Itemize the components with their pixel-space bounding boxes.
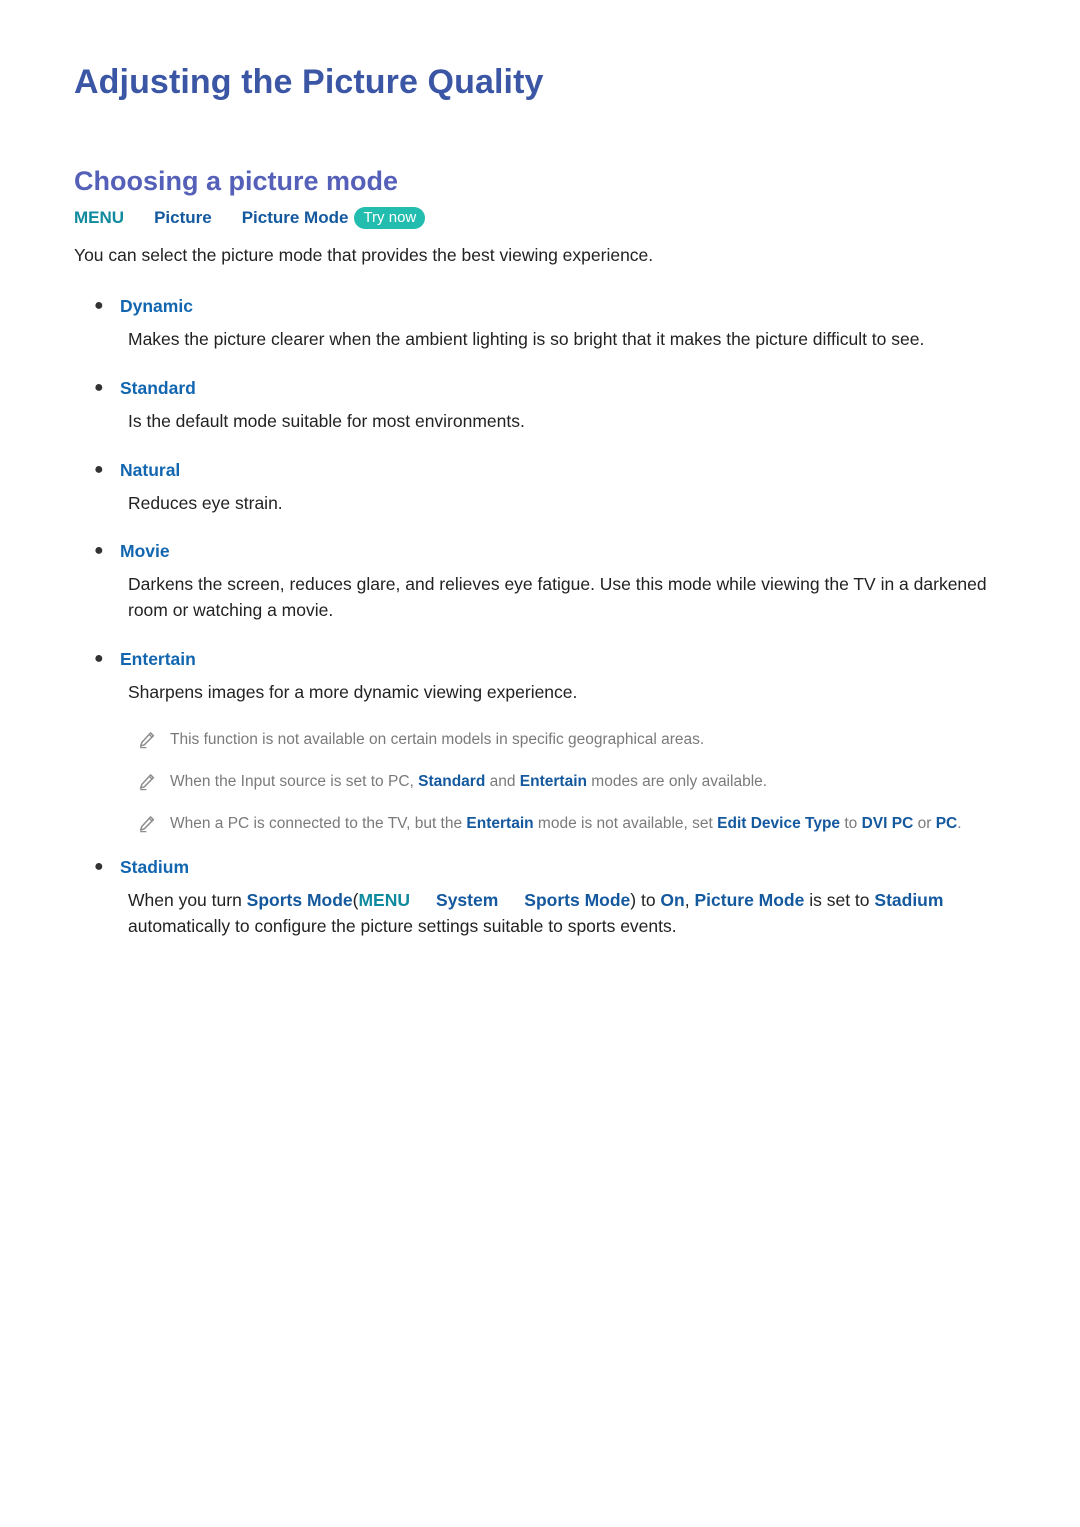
note-item: When a PC is connected to the TV, but th… <box>138 812 1008 838</box>
bullet-dot-icon: ● <box>94 650 104 668</box>
bullet-dot-icon: ● <box>94 858 104 876</box>
mode-block-standard: ● Standard Is the default mode suitable … <box>72 375 1008 435</box>
mode-label-natural: Natural <box>120 459 181 480</box>
note-item: This function is not available on certai… <box>138 728 1008 754</box>
mode-block-natural: ● Natural Reduces eye strain. <box>72 457 1008 517</box>
keyword-stadium: Stadium <box>874 890 944 911</box>
note-keyword-entertain: Entertain <box>519 773 587 791</box>
page-title: Adjusting the Picture Quality <box>74 63 544 101</box>
note-text: When the Input source is set to PC, Stan… <box>170 773 768 791</box>
list-item: ● Dynamic <box>94 293 1008 319</box>
note-keyword-entertain: Entertain <box>466 815 534 833</box>
mode-description-entertain: Sharpens images for a more dynamic viewi… <box>128 682 578 703</box>
breadcrumb-item-menu[interactable]: MENU <box>74 208 124 228</box>
list-item: ● Standard <box>94 375 1008 401</box>
note-keyword-pc: PC <box>935 815 958 833</box>
bullet-dot-icon: ● <box>94 378 104 396</box>
bullet-dot-icon: ● <box>94 542 104 560</box>
pencil-icon <box>138 770 170 796</box>
breadcrumb-item-picture[interactable]: Picture <box>154 208 212 228</box>
mode-block-movie: ● Movie Darkens the screen, reduces glar… <box>72 538 1008 624</box>
notes-list: This function is not available on certai… <box>72 728 1008 838</box>
keyword-sports-mode: Sports Mode <box>246 890 353 911</box>
keyword-sports-mode-menu: Sports Mode <box>524 890 631 911</box>
list-item: ● Entertain <box>94 646 1008 672</box>
mode-block-dynamic: ● Dynamic Makes the picture clearer when… <box>72 293 1008 353</box>
pencil-icon <box>138 728 170 754</box>
keyword-menu: MENU <box>358 890 411 911</box>
mode-description-dynamic: Makes the picture clearer when the ambie… <box>128 328 925 349</box>
bullet-dot-icon: ● <box>94 296 104 314</box>
note-text: When a PC is connected to the TV, but th… <box>170 815 962 833</box>
keyword-on: On <box>660 890 685 911</box>
list-item: ● Stadium <box>94 854 1008 880</box>
note-text: This function is not available on certai… <box>170 731 705 749</box>
breadcrumb: MENU Picture Picture Mode Try now <box>74 207 1008 230</box>
document-page: Adjusting the Picture Quality Choosing a… <box>0 0 1080 940</box>
mode-description-natural: Reduces eye strain. <box>128 492 283 513</box>
mode-label-movie: Movie <box>120 541 170 562</box>
mode-block-stadium: ● Stadium When you turn Sports Mode(MENU… <box>72 854 1008 940</box>
keyword-system: System <box>436 890 499 911</box>
breadcrumb-item-picture-mode[interactable]: Picture Mode <box>242 208 349 228</box>
try-now-badge[interactable]: Try now <box>354 207 426 230</box>
mode-description-standard: Is the default mode suitable for most en… <box>128 410 525 431</box>
note-keyword-dvi-pc: DVI PC <box>861 815 914 833</box>
bullet-dot-icon: ● <box>94 460 104 478</box>
pencil-icon <box>138 812 170 838</box>
mode-label-standard: Standard <box>120 377 196 398</box>
note-keyword-standard: Standard <box>418 773 486 791</box>
section-title: Choosing a picture mode <box>74 165 399 196</box>
mode-label-stadium: Stadium <box>120 857 190 878</box>
intro-paragraph: You can select the picture mode that pro… <box>74 245 654 266</box>
note-item: When the Input source is set to PC, Stan… <box>138 770 1008 796</box>
mode-label-entertain: Entertain <box>120 649 196 670</box>
mode-description-movie: Darkens the screen, reduces glare, and r… <box>128 574 987 621</box>
mode-label-dynamic: Dynamic <box>120 295 193 316</box>
list-item: ● Natural <box>94 457 1008 483</box>
keyword-picture-mode: Picture Mode <box>694 890 805 911</box>
mode-block-entertain: ● Entertain Sharpens images for a more d… <box>72 646 1008 706</box>
note-keyword-edit-device-type: Edit Device Type <box>717 815 841 833</box>
mode-description-stadium: When you turn Sports Mode(MENU System Spor… <box>128 890 944 937</box>
list-item: ● Movie <box>94 538 1008 564</box>
